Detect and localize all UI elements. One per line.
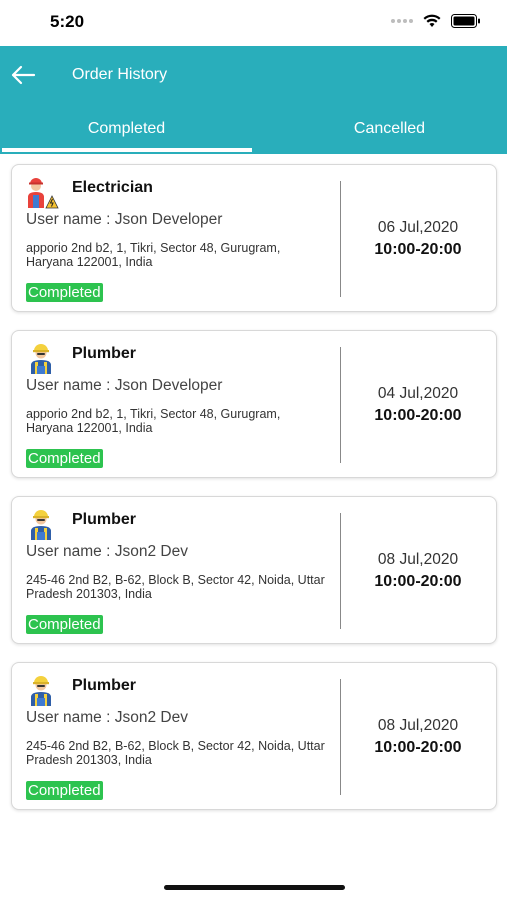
plumber-icon	[31, 676, 51, 706]
plumber-icon	[31, 510, 51, 540]
battery-icon	[451, 14, 480, 28]
order-card[interactable]: Plumber User name : Json Developer appor…	[11, 330, 497, 478]
signal-icon	[391, 19, 413, 23]
home-indicator	[164, 885, 345, 890]
electrician-icon	[28, 178, 59, 209]
order-card[interactable]: Electrician User name : Json Developer a…	[11, 164, 497, 312]
status-badge: Completed	[26, 615, 103, 634]
order-date: 04 Jul,2020	[377, 385, 459, 402]
order-card[interactable]: Plumber User name : Json2 Dev 245-46 2nd…	[11, 662, 497, 810]
service-name: Plumber	[72, 345, 137, 362]
order-time-slot: 10:00-20:00	[374, 241, 462, 258]
tab-cancelled[interactable]: Cancelled	[263, 110, 507, 154]
address: apporio 2nd b2, 1, Tikri, Sector 48, Gur…	[26, 407, 281, 435]
active-tab-indicator	[2, 148, 252, 152]
back-arrow-icon[interactable]	[10, 64, 36, 86]
order-card[interactable]: Plumber User name : Json2 Dev 245-46 2nd…	[11, 496, 497, 644]
order-time-slot: 10:00-20:00	[374, 739, 462, 756]
user-name: User name : Json Developer	[26, 377, 223, 394]
user-name: User name : Json2 Dev	[26, 543, 188, 560]
service-name: Electrician	[72, 179, 153, 196]
page-title: Order History	[72, 66, 168, 83]
user-name: User name : Json Developer	[26, 211, 223, 228]
divider	[340, 513, 341, 629]
order-time-slot: 10:00-20:00	[374, 407, 462, 424]
divider	[340, 347, 341, 463]
divider	[340, 679, 341, 795]
address: apporio 2nd b2, 1, Tikri, Sector 48, Gur…	[26, 241, 281, 269]
address: 245-46 2nd B2, B-62, Block B, Sector 42,…	[26, 739, 325, 767]
wifi-icon	[423, 14, 441, 27]
status-badge: Completed	[26, 283, 103, 302]
service-name: Plumber	[72, 677, 137, 694]
user-name: User name : Json2 Dev	[26, 709, 188, 726]
status-time: 5:20	[50, 12, 85, 31]
order-date: 08 Jul,2020	[377, 717, 459, 734]
status-badge: Completed	[26, 781, 103, 800]
service-name: Plumber	[72, 511, 137, 528]
status-bar: 5:20	[0, 0, 507, 46]
order-date: 06 Jul,2020	[377, 219, 459, 236]
plumber-icon	[31, 344, 51, 374]
status-icons	[391, 14, 481, 28]
status-badge: Completed	[26, 449, 103, 468]
address: 245-46 2nd B2, B-62, Block B, Sector 42,…	[26, 573, 325, 601]
order-date: 08 Jul,2020	[377, 551, 459, 568]
order-time-slot: 10:00-20:00	[374, 573, 462, 590]
divider	[340, 181, 341, 297]
